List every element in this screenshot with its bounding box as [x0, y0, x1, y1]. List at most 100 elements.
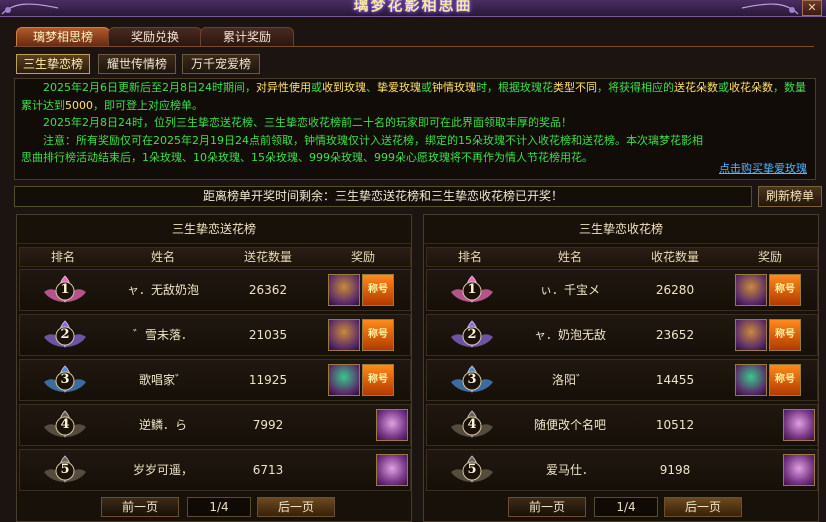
- tab-exchange[interactable]: 奖励兑换: [108, 27, 202, 47]
- window-titlebar: 璃梦花影相思曲 ✕: [0, 0, 826, 17]
- flower-count: 14455: [655, 373, 695, 387]
- treasure-chest-icon[interactable]: [376, 454, 408, 486]
- treasure-chest-icon[interactable]: [735, 364, 767, 396]
- rank-number: 3: [467, 372, 477, 387]
- reward-items: [342, 454, 408, 486]
- prev-page-button[interactable]: 前一页: [101, 497, 179, 517]
- rank-badge: 5: [447, 452, 497, 488]
- title-reward-icon[interactable]: 称号: [769, 364, 801, 396]
- player-name: ぃ．千宝メ: [539, 283, 600, 297]
- treasure-chest-icon[interactable]: [735, 319, 767, 351]
- ornament-icon: [741, 3, 799, 15]
- col-count: 送花数量: [243, 250, 292, 264]
- tab-ranking[interactable]: 璃梦相思榜: [16, 27, 110, 47]
- subtab-sansheng[interactable]: 三生挚恋榜: [16, 54, 90, 74]
- rank-number: 4: [60, 417, 70, 432]
- reward-items: 称号: [328, 364, 408, 396]
- table-row: 1 ぃ．千宝メ 26280 称号: [426, 269, 818, 311]
- player-name: 爱马仕．: [545, 463, 594, 477]
- table-row: 5 爱马仕． 9198: [426, 449, 818, 491]
- subtab-wanqian[interactable]: 万千宠爱榜: [182, 54, 260, 74]
- rank-badge: 3: [40, 362, 90, 398]
- rank-number: 3: [60, 372, 70, 387]
- rank-badge: 3: [447, 362, 497, 398]
- reward-items: 称号: [328, 319, 408, 351]
- flower-count: 10512: [655, 418, 695, 432]
- rank-badge: 1: [447, 272, 497, 308]
- title-reward-icon[interactable]: 称号: [362, 274, 394, 306]
- col-count: 收花数量: [650, 250, 699, 264]
- prev-page-button[interactable]: 前一页: [508, 497, 586, 517]
- title-reward-icon[interactable]: 称号: [362, 319, 394, 351]
- next-page-button[interactable]: 后一页: [664, 497, 742, 517]
- treasure-chest-icon[interactable]: [783, 409, 815, 441]
- close-button[interactable]: ✕: [802, 0, 822, 16]
- page-indicator: 1/4: [594, 497, 658, 517]
- col-rank: 排名: [50, 250, 75, 264]
- title-reward-icon[interactable]: 称号: [362, 364, 394, 396]
- treasure-chest-icon[interactable]: [735, 274, 767, 306]
- player-name: ゛雪未落．: [132, 328, 193, 342]
- table-row: 1 ャ．无敌奶泡 26362 称号: [19, 269, 411, 311]
- title-reward-icon[interactable]: 称号: [769, 319, 801, 351]
- event-notice: 2025年2月6日更新后至2月8日24时期间，对异性使用或收到玫瑰、挚爱玫瑰或钟…: [14, 78, 816, 180]
- page-indicator: 1/4: [187, 497, 251, 517]
- notice-paragraph-1: 2025年2月6日更新后至2月8日24时期间，对异性使用或收到玫瑰、挚爱玫瑰或钟…: [21, 81, 806, 112]
- rank-number: 4: [467, 417, 477, 432]
- col-reward: 奖励: [350, 250, 375, 264]
- rank-badge: 2: [447, 317, 497, 353]
- rank-badge: 2: [40, 317, 90, 353]
- column-header: 排名 姓名 送花数量 奖励: [19, 247, 411, 267]
- tab-divider: [14, 46, 814, 47]
- notice-paragraph-3: 注意：所有奖励仅可在2025年2月19日24点前领取，钟情玫瑰仅计入送花榜，绑定…: [21, 133, 703, 165]
- treasure-chest-icon[interactable]: [328, 274, 360, 306]
- window-title: 璃梦花影相思曲: [353, 0, 473, 14]
- reward-items: [749, 454, 815, 486]
- rank-number: 1: [467, 282, 477, 297]
- table-row: 4 随便改个名吧 10512: [426, 404, 818, 446]
- table-row: 3 歌唱家゛ 11925 称号: [19, 359, 411, 401]
- rank-number: 2: [467, 327, 477, 342]
- reward-items: [342, 409, 408, 441]
- flower-count: 11925: [248, 373, 288, 387]
- next-page-button[interactable]: 后一页: [257, 497, 335, 517]
- notice-paragraph-2: 2025年2月8日24时，位列三生挚恋送花榜、三生挚恋收花榜前二十名的玩家即可在…: [43, 116, 572, 129]
- receive-flower-panel: 三生挚恋收花榜 排名 姓名 收花数量 奖励 1 ぃ．千宝メ 26280 称号 2 ャ．奶泡…: [423, 214, 819, 522]
- refresh-button[interactable]: 刷新榜单: [758, 186, 822, 207]
- rank-badge: 1: [40, 272, 90, 308]
- rank-badge: 4: [40, 407, 90, 443]
- flower-count: 23652: [655, 328, 695, 342]
- treasure-chest-icon[interactable]: [328, 364, 360, 396]
- tab-cumulative[interactable]: 累计奖励: [200, 27, 294, 47]
- col-name: 姓名: [557, 250, 582, 264]
- table-row: 2 ゛雪未落． 21035 称号: [19, 314, 411, 356]
- title-reward-icon[interactable]: 称号: [769, 274, 801, 306]
- reward-items: 称号: [735, 364, 815, 396]
- player-name: 洛阳゛: [551, 373, 588, 387]
- flower-count: 9198: [659, 463, 691, 477]
- rank-badge: 4: [447, 407, 497, 443]
- rank-number: 1: [60, 282, 70, 297]
- col-name: 姓名: [150, 250, 175, 264]
- flower-count: 26280: [655, 283, 695, 297]
- flower-count: 6713: [252, 463, 284, 477]
- treasure-chest-icon[interactable]: [376, 409, 408, 441]
- panel-title: 三生挚恋送花榜: [17, 215, 411, 244]
- treasure-chest-icon[interactable]: [783, 454, 815, 486]
- player-name: ャ．无敌奶泡: [126, 283, 199, 297]
- reward-items: 称号: [735, 319, 815, 351]
- player-name: ャ．奶泡无敌: [533, 328, 606, 342]
- col-reward: 奖励: [757, 250, 782, 264]
- reward-items: [749, 409, 815, 441]
- subtab-yaoshi[interactable]: 耀世传情榜: [98, 54, 176, 74]
- treasure-chest-icon[interactable]: [328, 319, 360, 351]
- ornament-icon: [1, 3, 59, 15]
- player-name: 岁岁可遥，: [132, 463, 193, 477]
- buy-rose-link[interactable]: 点击购买挚爱玫瑰: [719, 160, 807, 178]
- table-row: 5 岁岁可遥， 6713: [19, 449, 411, 491]
- flower-count: 7992: [252, 418, 284, 432]
- panel-title: 三生挚恋收花榜: [424, 215, 818, 244]
- player-name: 随便改个名吧: [533, 418, 606, 432]
- rank-number: 5: [467, 462, 477, 477]
- rank-number: 5: [60, 462, 70, 477]
